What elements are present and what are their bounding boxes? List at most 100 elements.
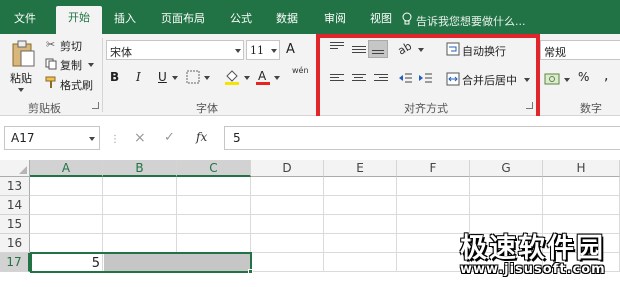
formula-input[interactable]: 5: [224, 126, 620, 150]
paste-label[interactable]: 粘贴: [10, 70, 32, 86]
grid-cell[interactable]: [251, 177, 324, 196]
grid-cell[interactable]: [470, 196, 543, 215]
format-painter-button[interactable]: 格式刷: [60, 77, 93, 93]
column-header-f[interactable]: F: [397, 160, 470, 177]
column-header-g[interactable]: G: [470, 160, 543, 177]
underline-button[interactable]: U: [158, 70, 167, 84]
tab-formulas[interactable]: 公式: [222, 8, 260, 34]
scissors-icon: ✂: [46, 38, 56, 51]
grid-cell[interactable]: [177, 177, 251, 196]
formula-bar-grip-icon: ⋮: [110, 134, 120, 145]
insert-function-button[interactable]: fx: [196, 130, 207, 144]
tab-page-layout[interactable]: 页面布局: [150, 8, 216, 34]
grid-cell[interactable]: [30, 177, 103, 196]
grid-cell[interactable]: [177, 215, 251, 234]
font-size-value: 11: [250, 44, 264, 57]
enter-button[interactable]: ✓: [164, 130, 175, 145]
comma-style-button[interactable]: ,: [604, 68, 608, 84]
grid-cell[interactable]: [251, 253, 324, 272]
grid-cell[interactable]: [543, 177, 620, 196]
row-header-14[interactable]: 14: [0, 196, 30, 215]
percent-style-button[interactable]: %: [578, 70, 589, 84]
grid-cell[interactable]: [103, 177, 177, 196]
column-header-a[interactable]: A: [30, 160, 103, 177]
watermark-url: www.jisusoft.com: [460, 262, 606, 277]
cell-a17[interactable]: 5: [32, 256, 100, 271]
number-format-combo[interactable]: 常规: [540, 40, 620, 60]
grid-cell[interactable]: [543, 196, 620, 215]
accounting-format-icon[interactable]: [544, 72, 560, 86]
tab-home[interactable]: 开始: [56, 6, 102, 34]
grid-cell[interactable]: [103, 215, 177, 234]
cancel-button[interactable]: ×: [134, 130, 146, 146]
column-header-e[interactable]: E: [324, 160, 397, 177]
paste-icon[interactable]: [10, 40, 36, 68]
column-header-c[interactable]: C: [177, 160, 251, 177]
lightbulb-icon: [402, 12, 412, 25]
font-name-combo[interactable]: 宋体: [106, 40, 244, 60]
grid-cell[interactable]: [397, 177, 470, 196]
underline-dropdown-icon[interactable]: [172, 76, 178, 80]
fill-color-dropdown-icon[interactable]: [244, 76, 250, 80]
increase-font-icon[interactable]: A: [286, 42, 295, 57]
grid-cell[interactable]: [30, 196, 103, 215]
clipboard-launcher-icon[interactable]: [92, 102, 99, 109]
cut-button[interactable]: 剪切: [60, 38, 82, 54]
chevron-down-icon[interactable]: [235, 49, 241, 53]
number-format-value: 常规: [544, 46, 566, 59]
alignment-highlight-box: [316, 34, 540, 126]
grid-cell[interactable]: [103, 196, 177, 215]
grid-cell[interactable]: [177, 234, 251, 253]
font-size-combo[interactable]: 11: [246, 40, 280, 60]
grid-cell[interactable]: [177, 196, 251, 215]
grid-cell[interactable]: [251, 196, 324, 215]
row-header-15[interactable]: 15: [0, 215, 30, 234]
grid-cell[interactable]: [30, 215, 103, 234]
borders-dropdown-icon[interactable]: [204, 76, 210, 80]
accounting-dropdown-icon[interactable]: [564, 78, 570, 82]
grid-cell[interactable]: [397, 196, 470, 215]
font-color-dropdown-icon[interactable]: [274, 76, 280, 80]
ribbon-tab-bar: 文件 开始 插入 页面布局 公式 数据 审阅 视图 告诉我您想要做什么...: [0, 0, 620, 34]
tab-review[interactable]: 审阅: [316, 8, 354, 34]
chevron-down-icon[interactable]: [271, 49, 277, 53]
grid-cell[interactable]: [324, 177, 397, 196]
svg-text:A: A: [258, 69, 267, 83]
grid-cell[interactable]: [324, 215, 397, 234]
row-header-17[interactable]: 17: [0, 253, 30, 272]
borders-icon[interactable]: [186, 70, 200, 84]
grid-cell[interactable]: [324, 253, 397, 272]
fill-color-icon[interactable]: [224, 68, 240, 86]
grid-cell[interactable]: [324, 196, 397, 215]
copy-button[interactable]: 复制: [60, 57, 82, 73]
grid-cell[interactable]: [251, 215, 324, 234]
column-header-d[interactable]: D: [251, 160, 324, 177]
grid-cell[interactable]: [324, 234, 397, 253]
grid-cell[interactable]: [251, 234, 324, 253]
tab-insert[interactable]: 插入: [106, 8, 144, 34]
paste-dropdown-icon[interactable]: [18, 88, 24, 92]
row-header-16[interactable]: 16: [0, 234, 30, 253]
bold-button[interactable]: B: [110, 70, 119, 84]
tab-data[interactable]: 数据: [268, 8, 306, 34]
fill-handle[interactable]: [248, 269, 253, 274]
tab-view[interactable]: 视图: [362, 8, 400, 34]
column-header-h[interactable]: H: [543, 160, 620, 177]
group-separator: [102, 38, 103, 112]
chevron-down-icon[interactable]: [89, 137, 95, 141]
grid-cell[interactable]: [470, 177, 543, 196]
tell-me-box[interactable]: 告诉我您想要做什么...: [416, 13, 526, 29]
font-name-value: 宋体: [110, 46, 132, 59]
column-header-b[interactable]: B: [103, 160, 177, 177]
grid-cell[interactable]: [30, 234, 103, 253]
row-header-13[interactable]: 13: [0, 177, 30, 196]
tab-file[interactable]: 文件: [4, 8, 46, 34]
italic-button[interactable]: I: [136, 70, 141, 84]
name-box[interactable]: A17: [4, 126, 100, 150]
grid-cell[interactable]: [103, 234, 177, 253]
phonetic-guide-button[interactable]: wén: [292, 66, 309, 75]
copy-dropdown-icon[interactable]: [88, 63, 94, 67]
font-color-icon[interactable]: A: [256, 68, 270, 86]
font-group-label: 字体: [196, 102, 218, 115]
select-all-corner[interactable]: [0, 160, 30, 177]
